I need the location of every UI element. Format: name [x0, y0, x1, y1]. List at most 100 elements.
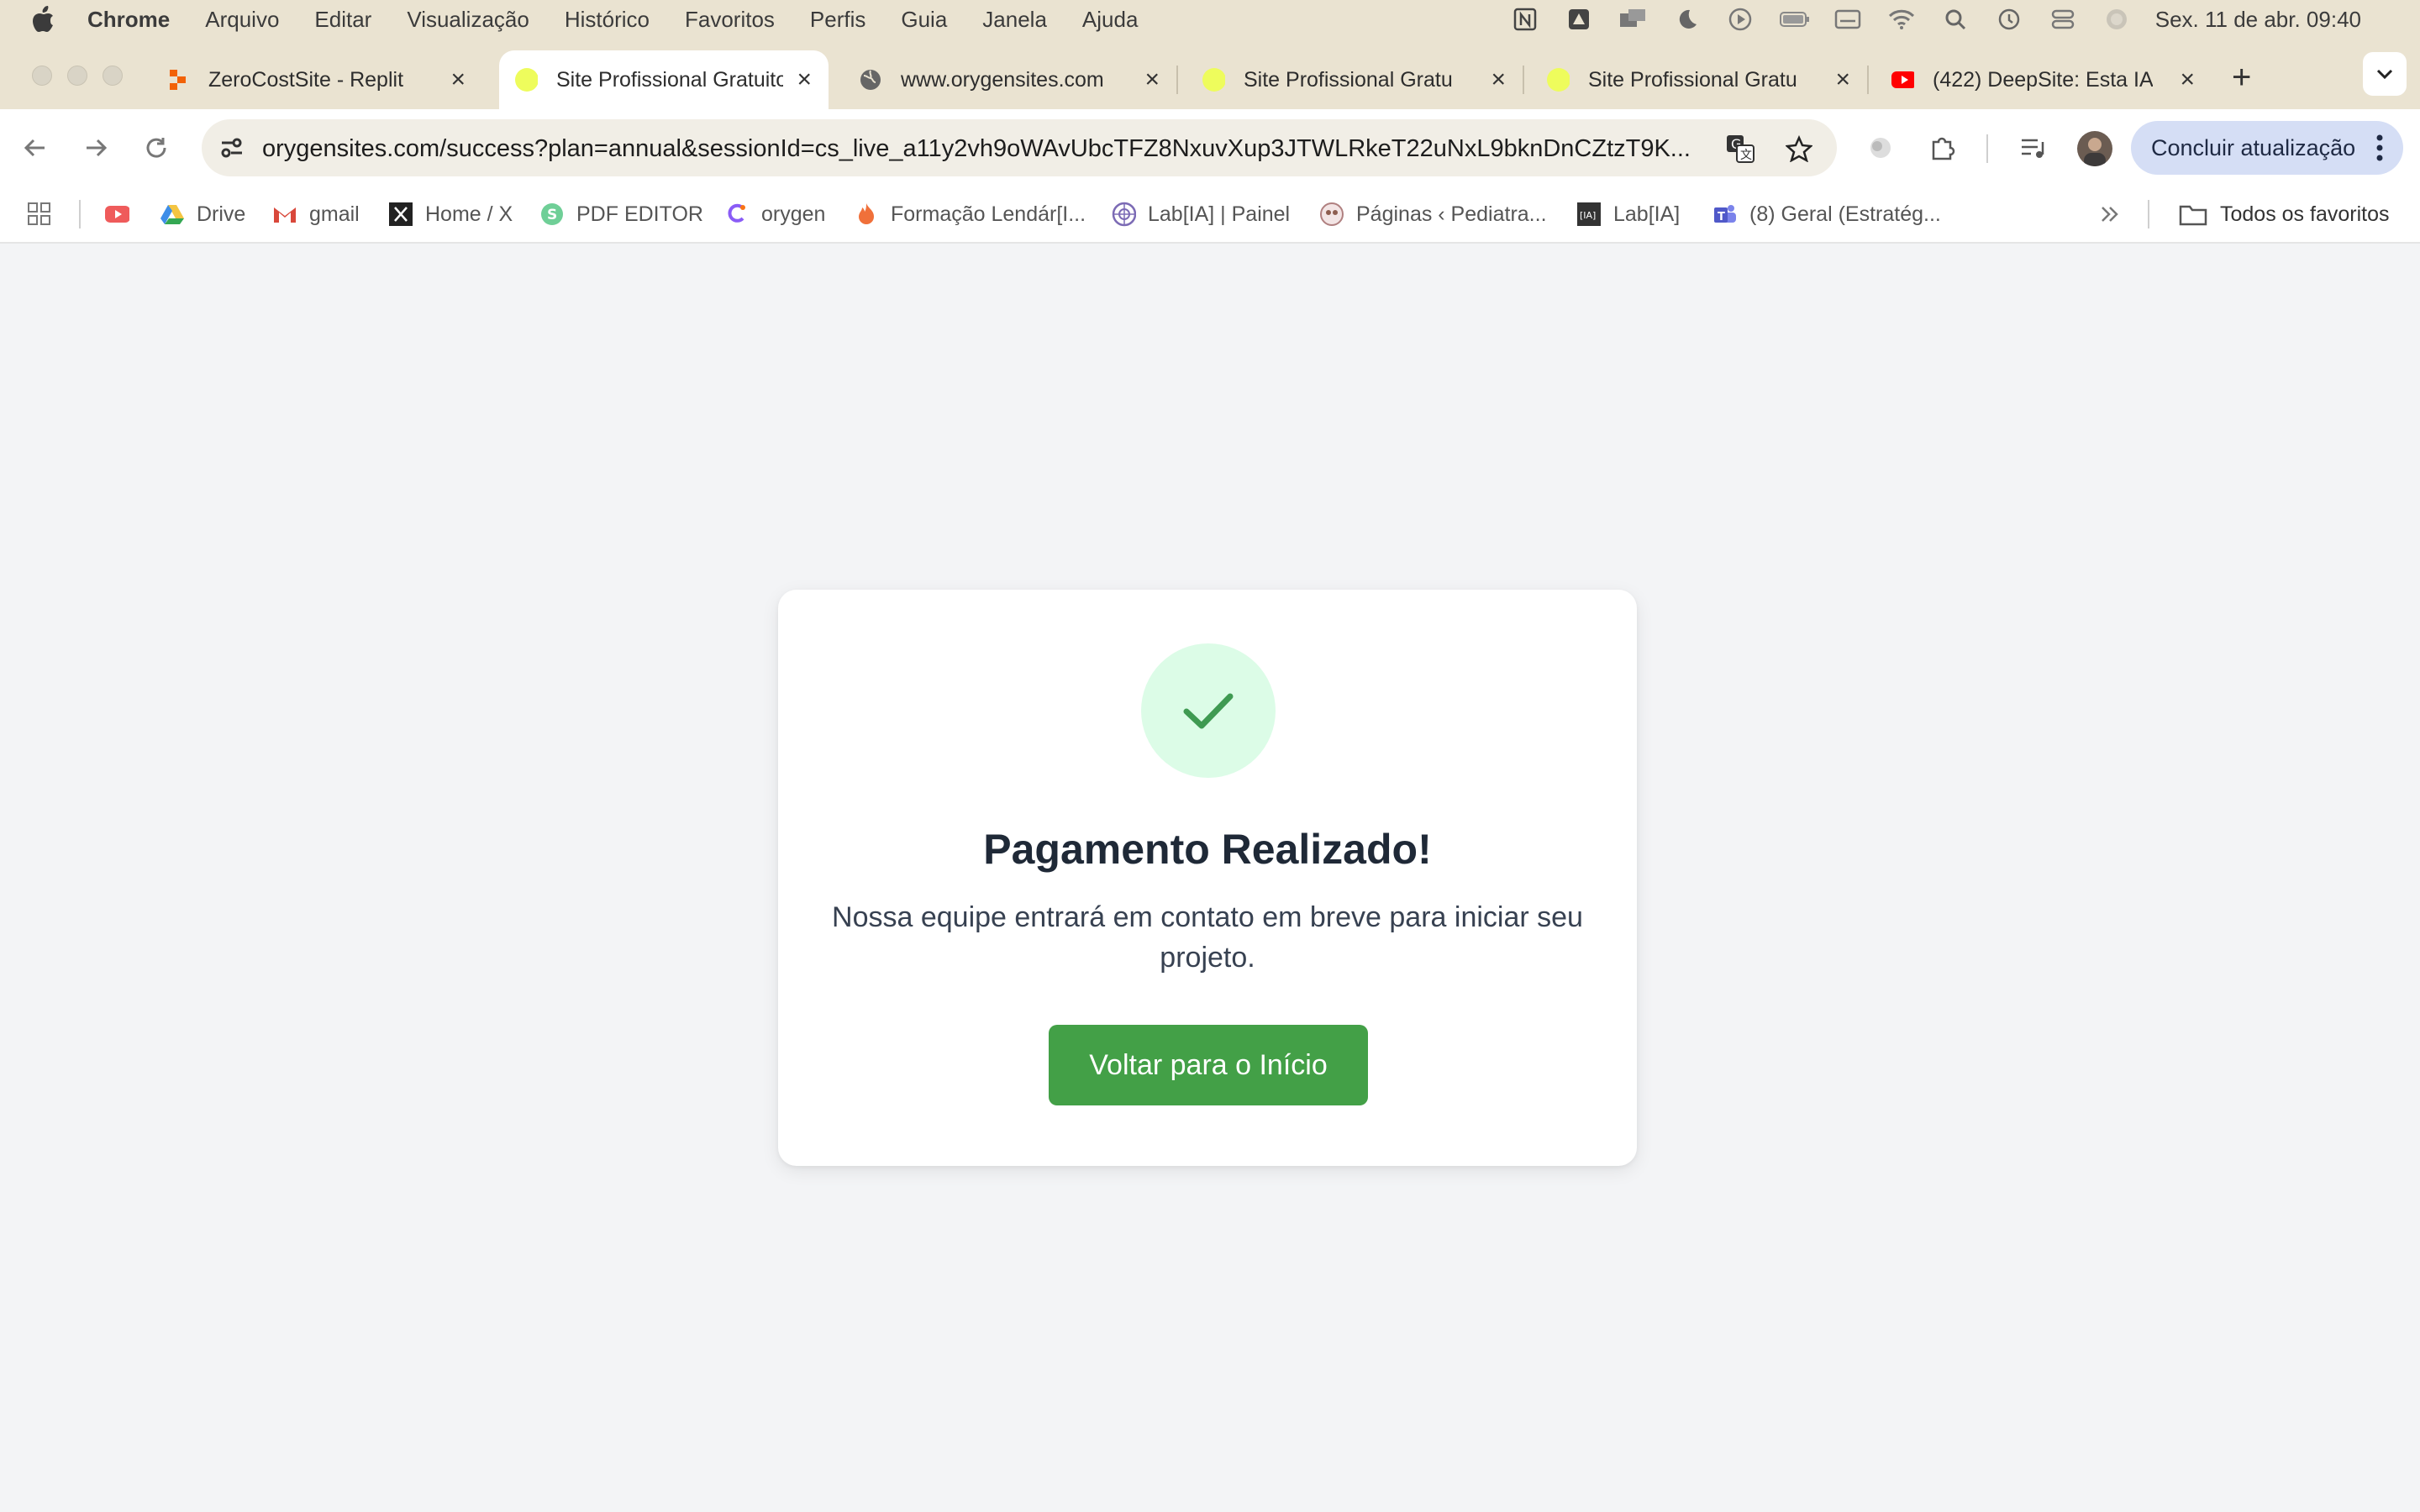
tab-orygensites[interactable]: www.orygensites.com ×	[859, 50, 1178, 109]
clock[interactable]: Sex. 11 de abr. 09:40	[2155, 7, 2361, 33]
media-queue-icon[interactable]	[2015, 129, 2052, 166]
tab-title: Site Profissional Gratuito	[1244, 67, 1454, 92]
menu-janela[interactable]: Janela	[982, 7, 1047, 33]
menu-perfis[interactable]: Perfis	[810, 7, 865, 33]
lab-icon	[1111, 202, 1136, 227]
drive-status-icon[interactable]	[1564, 7, 1594, 32]
status-menu-area: Sex. 11 de abr. 09:40	[1510, 0, 2420, 39]
all-bookmarks-folder[interactable]: Todos os favoritos	[2178, 198, 2390, 230]
reload-button[interactable]	[139, 131, 173, 165]
address-bar[interactable]: orygensites.com/success?plan=annual&sess…	[202, 119, 1837, 176]
tab-site-profissional-active[interactable]: Site Profissional Gratuito ×	[499, 50, 829, 109]
bookmark-labia[interactable]: [IA] Lab[IA]	[1576, 198, 1680, 230]
apps-grid-icon[interactable]	[27, 198, 52, 230]
menu-visualizacao[interactable]: Visualização	[407, 7, 529, 33]
bookmark-divider	[79, 200, 81, 228]
bookmark-geral-estrategia[interactable]: T (8) Geral (Estratég...	[1712, 198, 1941, 230]
bookmark-labia-painel[interactable]: Lab[IA] | Painel	[1111, 198, 1290, 230]
tab-title: Site Profissional Gratuito	[556, 67, 783, 92]
bookmark-pdf-editor[interactable]: S PDF EDITOR	[539, 198, 703, 230]
tab-title: Site Profissional Gratuito	[1588, 67, 1798, 92]
replit-icon	[166, 68, 190, 92]
bookmark-drive[interactable]: Drive	[160, 198, 245, 230]
youtube-icon	[1891, 68, 1914, 92]
wifi-icon[interactable]	[1886, 7, 1917, 32]
display-icon[interactable]	[1618, 7, 1648, 32]
new-tab-button[interactable]: +	[2232, 59, 2251, 97]
bookmark-gmail[interactable]: gmail	[272, 198, 360, 230]
close-tab-icon[interactable]: ×	[797, 66, 812, 94]
page-viewport: Pagamento Realizado! Nossa equipe entrar…	[0, 244, 2420, 1512]
translate-icon[interactable]: G文	[1724, 133, 1756, 165]
bookmark-label: Lab[IA]	[1613, 202, 1681, 226]
close-tab-icon[interactable]: ×	[450, 66, 466, 94]
menu-favoritos[interactable]: Favoritos	[685, 7, 775, 33]
menu-app-name[interactable]: Chrome	[87, 7, 170, 33]
bookmark-divider	[2148, 200, 2149, 228]
menu-historico[interactable]: Histórico	[565, 7, 650, 33]
play-circle-icon[interactable]	[1725, 7, 1755, 32]
folder-icon	[2178, 202, 2208, 227]
x-icon	[388, 202, 413, 227]
yellow-dot-icon	[1202, 68, 1225, 92]
back-button[interactable]	[18, 131, 52, 165]
reload-icon	[146, 138, 166, 158]
close-tab-icon[interactable]: ×	[1835, 66, 1850, 94]
spotlight-search-icon[interactable]	[1940, 7, 1970, 32]
menu-ajuda[interactable]: Ajuda	[1082, 7, 1139, 33]
minimize-window-button[interactable]	[67, 66, 87, 86]
time-machine-icon[interactable]	[1994, 7, 2024, 32]
zoom-window-button[interactable]	[103, 66, 123, 86]
yellow-dot-icon	[1546, 68, 1570, 92]
keyboard-icon[interactable]	[1833, 7, 1863, 32]
bookmark-label: Drive	[197, 202, 246, 226]
tab-separator	[1523, 66, 1524, 94]
battery-icon[interactable]	[1779, 7, 1809, 32]
siri-icon[interactable]	[2102, 7, 2132, 32]
tab-site-profissional-3[interactable]: Site Profissional Gratuito ×	[1546, 50, 1869, 109]
menu-arquivo[interactable]: Arquivo	[205, 7, 279, 33]
complete-update-button[interactable]: Concluir atualização	[2131, 121, 2403, 175]
checkmark-icon	[1183, 693, 1234, 729]
bookmark-orygen[interactable]: orygen	[724, 198, 825, 230]
bookmark-home-x[interactable]: Home / X	[388, 198, 513, 230]
menu-guia[interactable]: Guia	[901, 7, 947, 33]
tab-title: (422) DeepSite: Esta IA	[1933, 67, 2153, 92]
site-info-icon[interactable]	[217, 133, 247, 163]
tab-site-profissional-2[interactable]: Site Profissional Gratuito ×	[1202, 50, 1524, 109]
bookmark-star-icon[interactable]	[1783, 133, 1815, 165]
tab-zerocostsite[interactable]: ZeroCostSite - Replit ×	[166, 50, 482, 109]
back-to-home-button[interactable]: Voltar para o Início	[1049, 1025, 1368, 1105]
bookmark-youtube[interactable]	[104, 198, 141, 230]
bookmark-formacao-lendaria[interactable]: Formação Lendár[I...	[854, 198, 1086, 230]
notion-icon[interactable]	[1510, 7, 1540, 32]
close-tab-icon[interactable]: ×	[1144, 66, 1160, 94]
url-text[interactable]: orygensites.com/success?plan=annual&sess…	[262, 135, 1724, 163]
svg-text:[IA]: [IA]	[1580, 210, 1596, 221]
menu-editar[interactable]: Editar	[314, 7, 371, 33]
extensions-puzzle-icon[interactable]	[1924, 129, 1961, 166]
forward-button[interactable]	[79, 131, 113, 165]
more-bookmarks-chevron-icon[interactable]	[2099, 198, 2121, 230]
control-center-icon[interactable]	[2048, 7, 2078, 32]
tab-title: ZeroCostSite - Replit	[208, 67, 404, 92]
extension-cloud-icon[interactable]	[1862, 129, 1899, 166]
tab-strip: ZeroCostSite - Replit × Site Profissiona…	[0, 39, 2420, 109]
close-tab-icon[interactable]: ×	[1491, 66, 1506, 94]
yellow-dot-icon	[514, 68, 538, 92]
tab-deepsite-youtube[interactable]: (422) DeepSite: Esta IA ×	[1891, 50, 2212, 109]
svg-text:T: T	[1718, 211, 1725, 223]
profile-avatar[interactable]	[2077, 131, 2112, 166]
apple-icon[interactable]	[32, 5, 57, 34]
moon-icon[interactable]	[1671, 7, 1702, 32]
tab-separator	[1176, 66, 1178, 94]
svg-text:S: S	[547, 207, 557, 223]
close-window-button[interactable]	[32, 66, 52, 86]
arrow-left-icon	[24, 139, 45, 157]
success-badge	[1141, 643, 1276, 778]
pediatra-icon	[1319, 202, 1344, 227]
bookmark-paginas-pediatra[interactable]: Páginas ‹ Pediatra...	[1319, 198, 1547, 230]
tab-search-button[interactable]	[2363, 52, 2407, 96]
close-tab-icon[interactable]: ×	[2180, 66, 2195, 94]
browser-toolbar: orygensites.com/success?plan=annual&sess…	[0, 109, 2420, 186]
